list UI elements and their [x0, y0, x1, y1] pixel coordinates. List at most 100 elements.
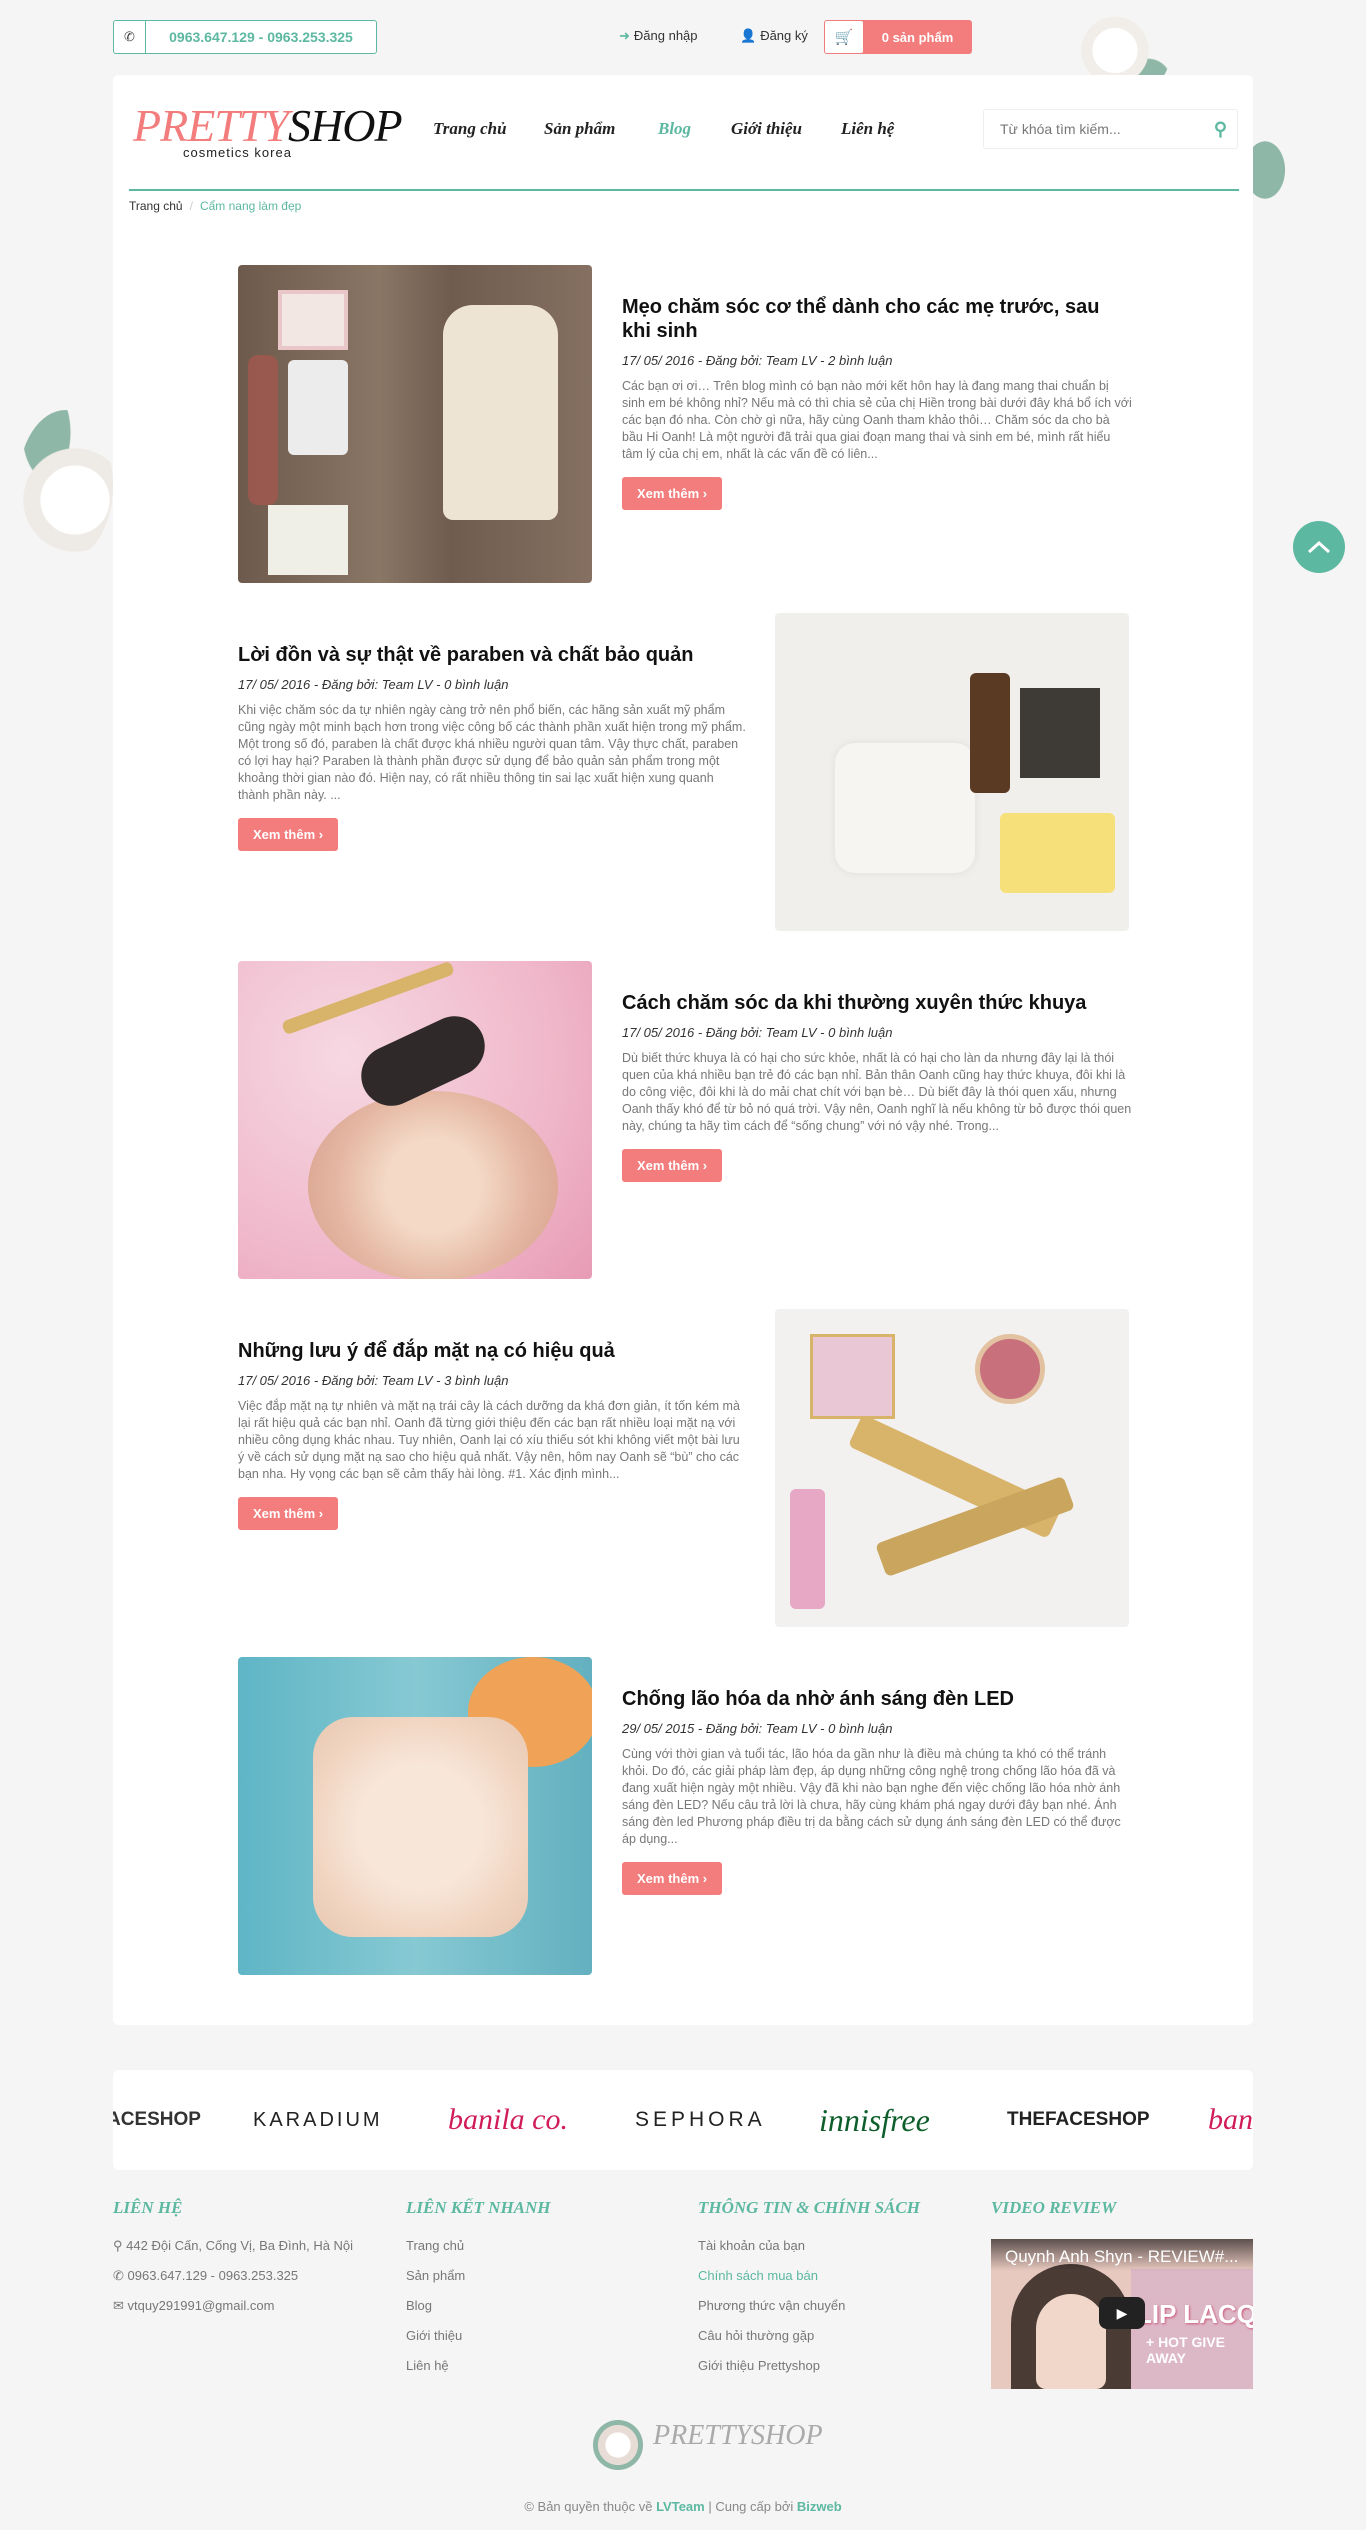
play-icon[interactable]: ▶: [1099, 2297, 1145, 2329]
read-more-button[interactable]: Xem thêm ›: [622, 1149, 723, 1182]
copyright-prefix: © Bản quyền thuộc về: [524, 2499, 657, 2514]
post-meta: 17/ 05/ 2016 - Đăng bởi: Team LV - 0 bìn…: [622, 1025, 893, 1040]
nav-about[interactable]: Giới thiệu: [731, 119, 802, 139]
nav-products[interactable]: Sản phẩm: [544, 119, 615, 139]
post-excerpt: Dù biết thức khuya là có hại cho sức khỏ…: [622, 1051, 1132, 1133]
brand-logo[interactable]: ACESHOP: [113, 2070, 201, 2170]
login-link[interactable]: ➜ Đăng nhập: [619, 28, 698, 44]
copyright-provider[interactable]: Bizweb: [797, 2499, 842, 2514]
read-more-label: Xem thêm: [637, 486, 700, 501]
breadcrumb: Trang chủ / Cẩm nang làm đẹp: [129, 199, 301, 213]
video-embed[interactable]: Quynh Anh Shyn - REVIEW#... LIP LACQUER …: [991, 2239, 1253, 2389]
footer-link-intro[interactable]: Giới thiệu Prettyshop: [698, 2358, 920, 2373]
post-image-2[interactable]: [775, 613, 1129, 931]
footer-link-shipping[interactable]: Phương thức vận chuyển: [698, 2298, 920, 2313]
post-excerpt: Cùng với thời gian và tuổi tác, lão hóa …: [622, 1747, 1121, 1846]
post-meta: 17/ 05/ 2016 - Đăng bởi: Team LV - 0 bìn…: [238, 677, 509, 692]
post-title[interactable]: Lời đồn và sự thật về paraben và chất bả…: [238, 643, 748, 667]
search-box[interactable]: Từ khóa tìm kiếm... ⚲: [983, 109, 1238, 149]
brand-carousel: ACESHOP KARADIUM banila co. SEPHORA inni…: [113, 2070, 1253, 2170]
search-icon[interactable]: ⚲: [1214, 119, 1227, 140]
brand-logo[interactable]: SEPHORA: [635, 2070, 766, 2170]
footer-link-account[interactable]: Tài khoản của bạn: [698, 2238, 920, 2253]
footer-address: ⚲ 442 Đội Cấn, Cống Vị, Ba Đình, Hà Nội: [113, 2238, 353, 2254]
post-image-1[interactable]: [238, 265, 592, 583]
post-body-1: Mẹo chăm sóc cơ thể dành cho các mẹ trướ…: [622, 295, 1132, 510]
read-more-button[interactable]: Xem thêm ›: [238, 1497, 339, 1530]
read-more-button[interactable]: Xem thêm ›: [622, 1862, 723, 1895]
read-more-label: Xem thêm: [253, 1506, 316, 1521]
post-body-2: Lời đồn và sự thật về paraben và chất bả…: [238, 643, 748, 851]
brand-logo[interactable]: KARADIUM: [253, 2070, 383, 2170]
header-divider: [129, 189, 1239, 191]
copyright-team[interactable]: LVTeam: [656, 2499, 705, 2514]
post-image-4[interactable]: [775, 1309, 1129, 1627]
phone-text: 0963.647.129 - 0963.253.325: [127, 2268, 299, 2283]
brand-logo[interactable]: banila co.: [448, 2070, 568, 2170]
footer-link-contact[interactable]: Liên hệ: [406, 2358, 551, 2373]
footer-link-faq[interactable]: Câu hỏi thường gặp: [698, 2328, 920, 2343]
cart-count: 0 sản phẩm: [881, 29, 954, 45]
site-logo[interactable]: PRETTYSHOP cosmetics korea: [133, 100, 403, 161]
post-image-5[interactable]: [238, 1657, 592, 1975]
read-more-label: Xem thêm: [637, 1871, 700, 1886]
post-title[interactable]: Cách chăm sóc da khi thường xuyên thức k…: [622, 991, 1132, 1015]
post-meta: 17/ 05/ 2016 - Đăng bởi: Team LV - 3 bìn…: [238, 1373, 509, 1388]
post-meta: 29/ 05/ 2015 - Đăng bởi: Team LV - 0 bìn…: [622, 1721, 893, 1736]
post-title[interactable]: Chống lão hóa da nhờ ánh sáng đèn LED: [622, 1687, 1132, 1711]
cart-icon: 🛒: [825, 21, 863, 53]
brand-logo[interactable]: THEFACESHOP: [1007, 2070, 1150, 2170]
footer-policy: THÔNG TIN & CHÍNH SÁCH Tài khoản của bạn…: [698, 2198, 920, 2373]
footer-heading: LIÊN HỆ: [113, 2198, 183, 2217]
post-body-5: Chống lão hóa da nhờ ánh sáng đèn LED 29…: [622, 1687, 1132, 1895]
post-title[interactable]: Những lưu ý để đắp mặt nạ có hiệu quả: [238, 1339, 748, 1363]
register-link[interactable]: 👤 Đăng ký: [740, 28, 808, 44]
read-more-button[interactable]: Xem thêm ›: [238, 818, 339, 851]
brand-logo[interactable]: ban: [1208, 2070, 1253, 2170]
sign-in-icon: ➜: [619, 28, 630, 43]
footer-link-home[interactable]: Trang chủ: [406, 2238, 551, 2253]
footer-heading: LIÊN KẾT NHANH: [406, 2198, 551, 2217]
footer-heading: VIDEO REVIEW: [991, 2198, 1117, 2217]
breadcrumb-separator: /: [189, 199, 193, 213]
read-more-label: Xem thêm: [253, 827, 316, 842]
cart-button[interactable]: 🛒 0 sản phẩm: [824, 20, 972, 54]
breadcrumb-home[interactable]: Trang chủ: [129, 199, 183, 213]
blog-post-5: Chống lão hóa da nhờ ánh sáng đèn LED 29…: [238, 1657, 1128, 1975]
hotline-box[interactable]: ✆ 0963.647.129 - 0963.253.325: [113, 20, 377, 54]
brand-logo[interactable]: innisfree: [819, 2070, 930, 2170]
post-meta: 17/ 05/ 2016 - Đăng bởi: Team LV - 2 bìn…: [622, 353, 893, 368]
login-label: Đăng nhập: [633, 28, 698, 43]
footer-link-about[interactable]: Giới thiệu: [406, 2328, 551, 2343]
nav-blog[interactable]: Blog: [658, 119, 691, 139]
flower-decoration-left: [18, 410, 113, 560]
footer-link-blog[interactable]: Blog: [406, 2298, 551, 2313]
top-bar: ✆ 0963.647.129 - 0963.253.325 ➜ Đăng nhập…: [113, 20, 1253, 56]
logo-part1: PRETTY: [133, 100, 289, 151]
register-label: Đăng ký: [760, 28, 808, 43]
post-title[interactable]: Mẹo chăm sóc cơ thể dành cho các mẹ trướ…: [622, 295, 1132, 343]
footer-link-policy[interactable]: Chính sách mua bán: [698, 2268, 920, 2283]
copyright-mid: | Cung cấp bởi: [704, 2499, 797, 2514]
footer-email[interactable]: ✉ vtquy291991@gmail.com: [113, 2298, 353, 2314]
footer-logo[interactable]: PRETTYSHOP: [653, 2420, 823, 2452]
map-marker-icon: ⚲: [113, 2238, 123, 2253]
video-overlay-text-2: + HOT GIVE AWAY: [1146, 2334, 1225, 2366]
footer-flower-icon: [583, 2410, 653, 2480]
post-image-3[interactable]: [238, 961, 592, 1279]
read-more-button[interactable]: Xem thêm ›: [622, 477, 723, 510]
post-excerpt: Việc đắp mặt nạ tự nhiên và mặt nạ trái …: [238, 1399, 740, 1481]
blog-post-3: Cách chăm sóc da khi thường xuyên thức k…: [238, 961, 1131, 1279]
envelope-icon: ✉: [113, 2298, 124, 2313]
email-text: vtquy291991@gmail.com: [127, 2298, 275, 2313]
phone-icon: ✆: [114, 21, 146, 53]
breadcrumb-current: Cẩm nang làm đẹp: [199, 199, 302, 213]
footer-heading: THÔNG TIN & CHÍNH SÁCH: [698, 2198, 920, 2217]
footer-link-products[interactable]: Sản phẩm: [406, 2268, 551, 2283]
back-to-top-button[interactable]: [1293, 521, 1345, 573]
nav-contact[interactable]: Liên hệ: [841, 119, 894, 139]
nav-home[interactable]: Trang chủ: [433, 119, 507, 139]
blog-post-1: Mẹo chăm sóc cơ thể dành cho các mẹ trướ…: [238, 265, 1132, 583]
post-excerpt: Các bạn ơi ơi… Trên blog mình có bạn nào…: [622, 379, 1132, 461]
search-input[interactable]: Từ khóa tìm kiếm...: [1000, 121, 1121, 137]
